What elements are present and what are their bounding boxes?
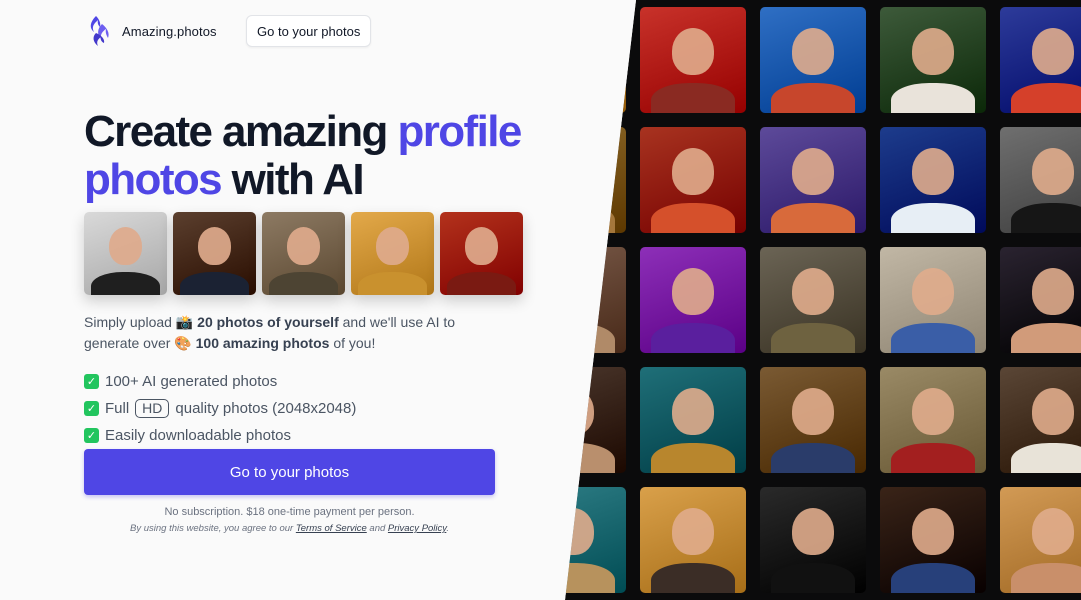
wall-tile-mage [760, 127, 866, 233]
camera-emoji-icon: 📸 [175, 314, 194, 330]
logo-link[interactable]: Amazing.photos [86, 14, 217, 48]
wall-tile-red-hoodie [640, 7, 746, 113]
wall-tile-scifi-warrior [640, 487, 746, 593]
go-to-photos-cta-button[interactable]: Go to your photos [84, 449, 495, 495]
hd-badge: HD [135, 399, 170, 418]
flame-logo-icon [90, 16, 109, 46]
wall-tile-blue-sky [760, 7, 866, 113]
thumb-golden-armor [351, 212, 434, 295]
wall-tile-soldier-cap [760, 247, 866, 353]
thumb-soldier [262, 212, 345, 295]
feature-item: ✓ Easily downloadable photos [84, 422, 356, 449]
hero-panel: Amazing.photos Go to your photos Create … [0, 0, 636, 600]
wall-tile-facepaint [880, 127, 986, 233]
nav-go-to-photos-button[interactable]: Go to your photos [246, 15, 372, 47]
pricing-note: No subscription. $18 one-time payment pe… [164, 506, 415, 518]
page-title: Create amazing profile photos with AI [84, 107, 522, 204]
description: Simply upload 📸 20 photos of yourself an… [84, 314, 456, 351]
logo-text: Amazing.photos [122, 23, 217, 39]
wall-tile-blue-velvet [880, 487, 986, 593]
feature-item: ✓ Full HD quality photos (2048x2048) [84, 395, 356, 422]
wall-tile-victorian [760, 367, 866, 473]
wall-tile-shirtless [1000, 247, 1081, 353]
sample-thumbnails [84, 212, 523, 295]
wall-tile-gentleman [1000, 367, 1081, 473]
wall-tile-suit [760, 487, 866, 593]
wall-tile-mosaic [640, 367, 746, 473]
terms-link[interactable]: Terms of Service [296, 523, 367, 534]
wall-tile-tuxedo [1000, 127, 1081, 233]
thumb-superhero [440, 212, 523, 295]
feature-list: ✓ 100+ AI generated photos ✓ Full HD qua… [84, 368, 356, 449]
checkmark-icon: ✓ [84, 401, 99, 416]
wall-tile-beach [1000, 487, 1081, 593]
checkmark-icon: ✓ [84, 428, 99, 443]
thumb-officer [173, 212, 256, 295]
palette-emoji-icon: 🎨 [174, 334, 192, 351]
wall-tile-fantasy-armor [1000, 7, 1081, 113]
wall-tile-orange-hoodie [640, 127, 746, 233]
wall-tile-forest [880, 7, 986, 113]
legal-text: By using this website, you agree to our … [130, 523, 449, 534]
wall-tile-roman [880, 367, 986, 473]
thumb-tuxedo [84, 212, 167, 295]
wall-tile-steampunk [880, 247, 986, 353]
feature-item: ✓ 100+ AI generated photos [84, 368, 356, 395]
privacy-link[interactable]: Privacy Policy [388, 523, 446, 534]
wall-tile-cyber-neon [640, 247, 746, 353]
checkmark-icon: ✓ [84, 374, 99, 389]
